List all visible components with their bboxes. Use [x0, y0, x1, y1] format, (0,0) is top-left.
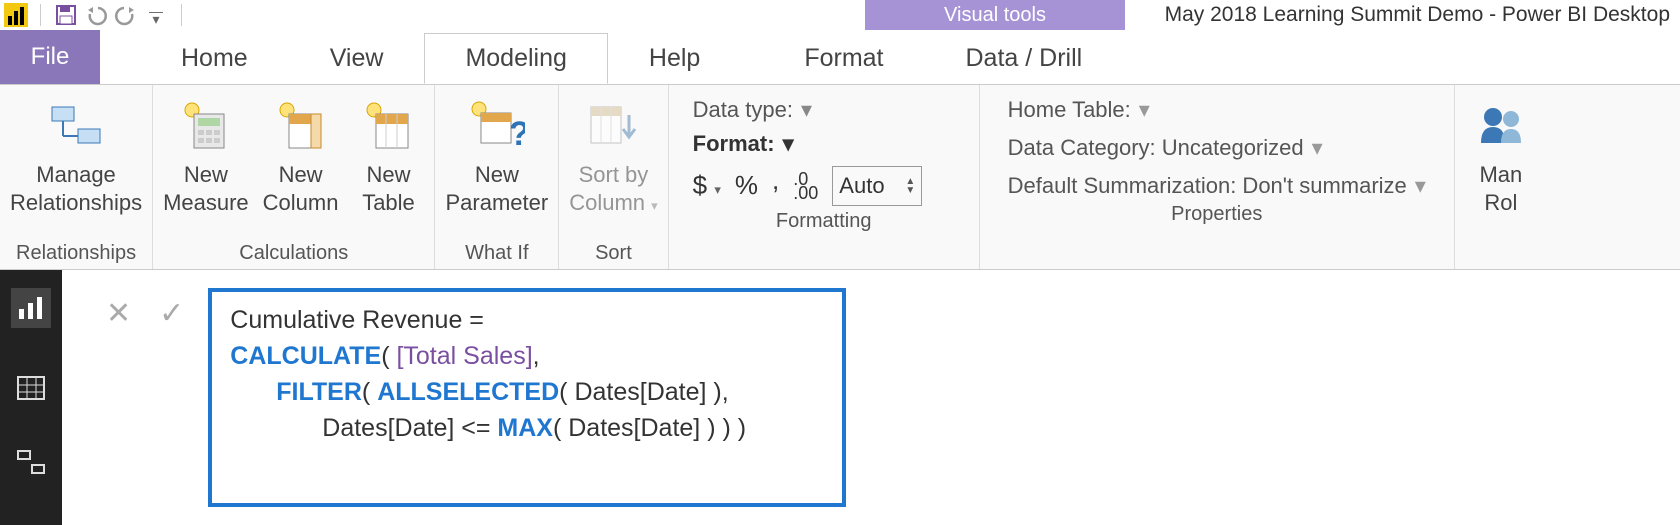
percent-button[interactable]: % — [735, 170, 758, 201]
label: Data type: — [693, 97, 793, 123]
qat-left: —▾ — [0, 2, 190, 28]
formula-line-1: Cumulative Revenue = — [230, 302, 824, 338]
decimal-icon[interactable]: .0.00 — [793, 172, 818, 200]
separator — [181, 4, 182, 26]
report-view-button[interactable] — [11, 288, 51, 328]
relationships-icon — [40, 93, 112, 157]
label: Format: — [693, 131, 775, 157]
cancel-formula-button[interactable]: ✕ — [106, 296, 131, 507]
formula-bar-area: ✕ ✓ Cumulative Revenue = CALCULATE( [Tot… — [62, 270, 1680, 525]
table-icon — [352, 93, 424, 157]
save-button[interactable] — [53, 2, 79, 28]
group-label: Properties — [990, 199, 1444, 228]
chevron-down-icon: ▾ — [1415, 173, 1426, 199]
tab-modeling[interactable]: Modeling — [424, 33, 607, 84]
sort-by-column-button[interactable]: Sort by Column ▾ — [569, 93, 657, 220]
work-area: ✕ ✓ Cumulative Revenue = CALCULATE( [Tot… — [0, 270, 1680, 525]
value: Auto — [839, 173, 884, 199]
chevron-down-icon: ▾ — [801, 97, 812, 123]
thousands-button[interactable]: , — [772, 165, 779, 206]
ribbon: Manage Relationships Relationships New M… — [0, 84, 1680, 270]
app-logo-icon — [4, 3, 28, 27]
group-properties: Home Table: ▾ Data Category: Uncategoriz… — [980, 85, 1455, 269]
manage-roles-button[interactable]: Man Rol — [1465, 93, 1537, 217]
formula-line-4: Dates[Date] <= MAX( Dates[Date] ) ) ) — [230, 410, 824, 446]
new-measure-button[interactable]: New Measure — [163, 93, 249, 217]
group-formatting: Data type: ▾ Format: ▾ $ ▾ % , .0.00 Aut… — [669, 85, 980, 269]
label: Home Table: — [1008, 97, 1131, 123]
group-security: Man Rol — [1455, 85, 1547, 269]
contextual-tab-label: Visual tools — [865, 0, 1125, 30]
tab-format[interactable]: Format — [763, 33, 924, 84]
group-label: Formatting — [679, 206, 969, 235]
undo-button[interactable] — [83, 2, 109, 28]
spinner-icon[interactable]: ▲▼ — [905, 177, 915, 195]
column-icon — [265, 93, 337, 157]
file-tab[interactable]: File — [0, 30, 100, 84]
model-view-button[interactable] — [11, 442, 51, 482]
format-dropdown[interactable]: Format: ▾ — [693, 131, 955, 157]
commit-formula-button[interactable]: ✓ — [159, 296, 184, 507]
separator — [40, 4, 41, 26]
tab-home[interactable]: Home — [140, 33, 289, 84]
formula-line-3: FILTER( ALLSELECTED( Dates[Date] ), — [230, 374, 824, 410]
btn-label: New Column — [263, 161, 339, 217]
btn-label: Man Rol — [1479, 161, 1522, 217]
sort-icon — [577, 93, 649, 157]
chevron-down-icon: ▾ — [1139, 97, 1150, 123]
svg-text:?: ? — [509, 115, 525, 151]
btn-label: Manage Relationships — [10, 161, 142, 217]
quick-access-toolbar: —▾ Visual tools May 2018 Learning Summit… — [0, 0, 1680, 30]
chevron-down-icon: ▾ — [1312, 135, 1323, 161]
group-label: Relationships — [16, 238, 136, 267]
redo-button[interactable] — [113, 2, 139, 28]
new-column-button[interactable]: New Column — [263, 93, 339, 217]
data-category-dropdown[interactable]: Data Category: Uncategorized ▾ — [1008, 135, 1426, 161]
label: Default Summarization: Don't summarize — [1008, 173, 1407, 199]
qat-customize-dropdown[interactable]: —▾ — [143, 2, 169, 28]
manage-relationships-button[interactable]: Manage Relationships — [10, 93, 142, 217]
btn-label: New Table — [362, 161, 415, 217]
formula-line-2: CALCULATE( [Total Sales], — [230, 338, 824, 374]
default-summarization-dropdown[interactable]: Default Summarization: Don't summarize ▾ — [1008, 173, 1426, 199]
group-calculations: New Measure New Column New Table Calcula… — [153, 85, 435, 269]
data-type-dropdown[interactable]: Data type: ▾ — [693, 97, 955, 123]
measure-icon — [170, 93, 242, 157]
group-relationships: Manage Relationships Relationships — [0, 85, 153, 269]
currency-button[interactable]: $ ▾ — [693, 170, 721, 201]
btn-label: New Measure — [163, 161, 249, 217]
label: Data Category: Uncategorized — [1008, 135, 1304, 161]
group-label: What If — [465, 238, 528, 267]
formula-controls: ✕ ✓ — [80, 288, 208, 507]
decimal-places-input[interactable]: Auto ▲▼ — [832, 166, 922, 206]
tab-view[interactable]: View — [289, 33, 425, 84]
tab-help[interactable]: Help — [608, 33, 741, 84]
parameter-icon: ? — [461, 93, 533, 157]
tab-data-drill[interactable]: Data / Drill — [925, 33, 1124, 84]
home-table-dropdown[interactable]: Home Table: ▾ — [1008, 97, 1426, 123]
btn-label: Sort by Column ▾ — [569, 161, 657, 220]
new-table-button[interactable]: New Table — [352, 93, 424, 217]
data-view-button[interactable] — [11, 368, 51, 408]
view-sidebar — [0, 270, 62, 525]
group-sort: Sort by Column ▾ Sort — [559, 85, 668, 269]
ribbon-tabs: File Home View Modeling Help Format Data… — [0, 30, 1680, 84]
group-whatif: ? New Parameter What If — [435, 85, 559, 269]
window-title: May 2018 Learning Summit Demo - Power BI… — [1165, 3, 1680, 27]
formula-editor[interactable]: Cumulative Revenue = CALCULATE( [Total S… — [208, 288, 846, 507]
titlebar-center: Visual tools — [190, 0, 1165, 30]
roles-icon — [1465, 93, 1537, 157]
group-label: Sort — [595, 238, 632, 267]
btn-label: New Parameter — [445, 161, 548, 217]
group-label: Calculations — [239, 238, 348, 267]
number-format-toolbar: $ ▾ % , .0.00 Auto ▲▼ — [693, 165, 955, 206]
chevron-down-icon: ▾ — [783, 131, 794, 157]
new-parameter-button[interactable]: ? New Parameter — [445, 93, 548, 217]
